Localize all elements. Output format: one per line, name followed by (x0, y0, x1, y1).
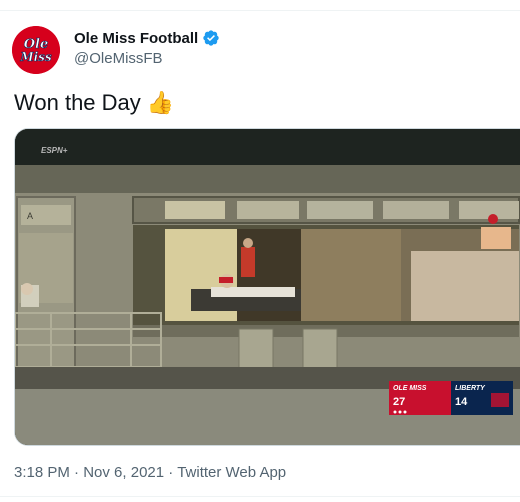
top-divider (0, 10, 520, 11)
scorebug-team1-name: OLE MISS (393, 385, 427, 392)
bottom-divider (0, 496, 520, 497)
tweet-timestamp: 3:18 PM · Nov 6, 2021 · Twitter Web App (14, 464, 286, 481)
espn-watermark: ESPN+ (41, 146, 68, 155)
scorebug-team2-name: LIBERTY (455, 385, 486, 392)
svg-text:Miss: Miss (19, 50, 52, 64)
scorebug-team1-score: 27 (393, 396, 405, 408)
roof-overhang (15, 129, 520, 165)
display-name[interactable]: Ole Miss Football (74, 30, 198, 47)
tweet-time-link[interactable]: 3:18 PM · Nov 6, 2021 (14, 464, 164, 481)
avatar[interactable]: Ole Miss (12, 26, 60, 74)
scorebug: OLE MISS 27 LIBERTY 14 (389, 381, 513, 415)
stadium-suite-video-frame: ESPN+ A OLE MISS 27 LIBERTY 14 (15, 129, 520, 445)
tweet-text: Won the Day 👍 (14, 90, 174, 116)
thumbs-up-icon: 👍 (146, 90, 175, 115)
verified-badge-icon (203, 30, 219, 46)
scorebug-team2-score: 14 (455, 396, 468, 408)
svg-text:A: A (27, 211, 33, 221)
timestamp-separator: · (168, 464, 174, 481)
author-name-row: Ole Miss Football (74, 29, 220, 47)
tweet-media[interactable]: ESPN+ A OLE MISS 27 LIBERTY 14 (14, 128, 520, 446)
author-handle[interactable]: @OleMissFB (74, 50, 163, 67)
tweet-body: Won the Day (14, 90, 141, 115)
ole-miss-logo-icon: Ole Miss (12, 26, 60, 74)
tweet-source-link[interactable]: Twitter Web App (177, 464, 286, 481)
